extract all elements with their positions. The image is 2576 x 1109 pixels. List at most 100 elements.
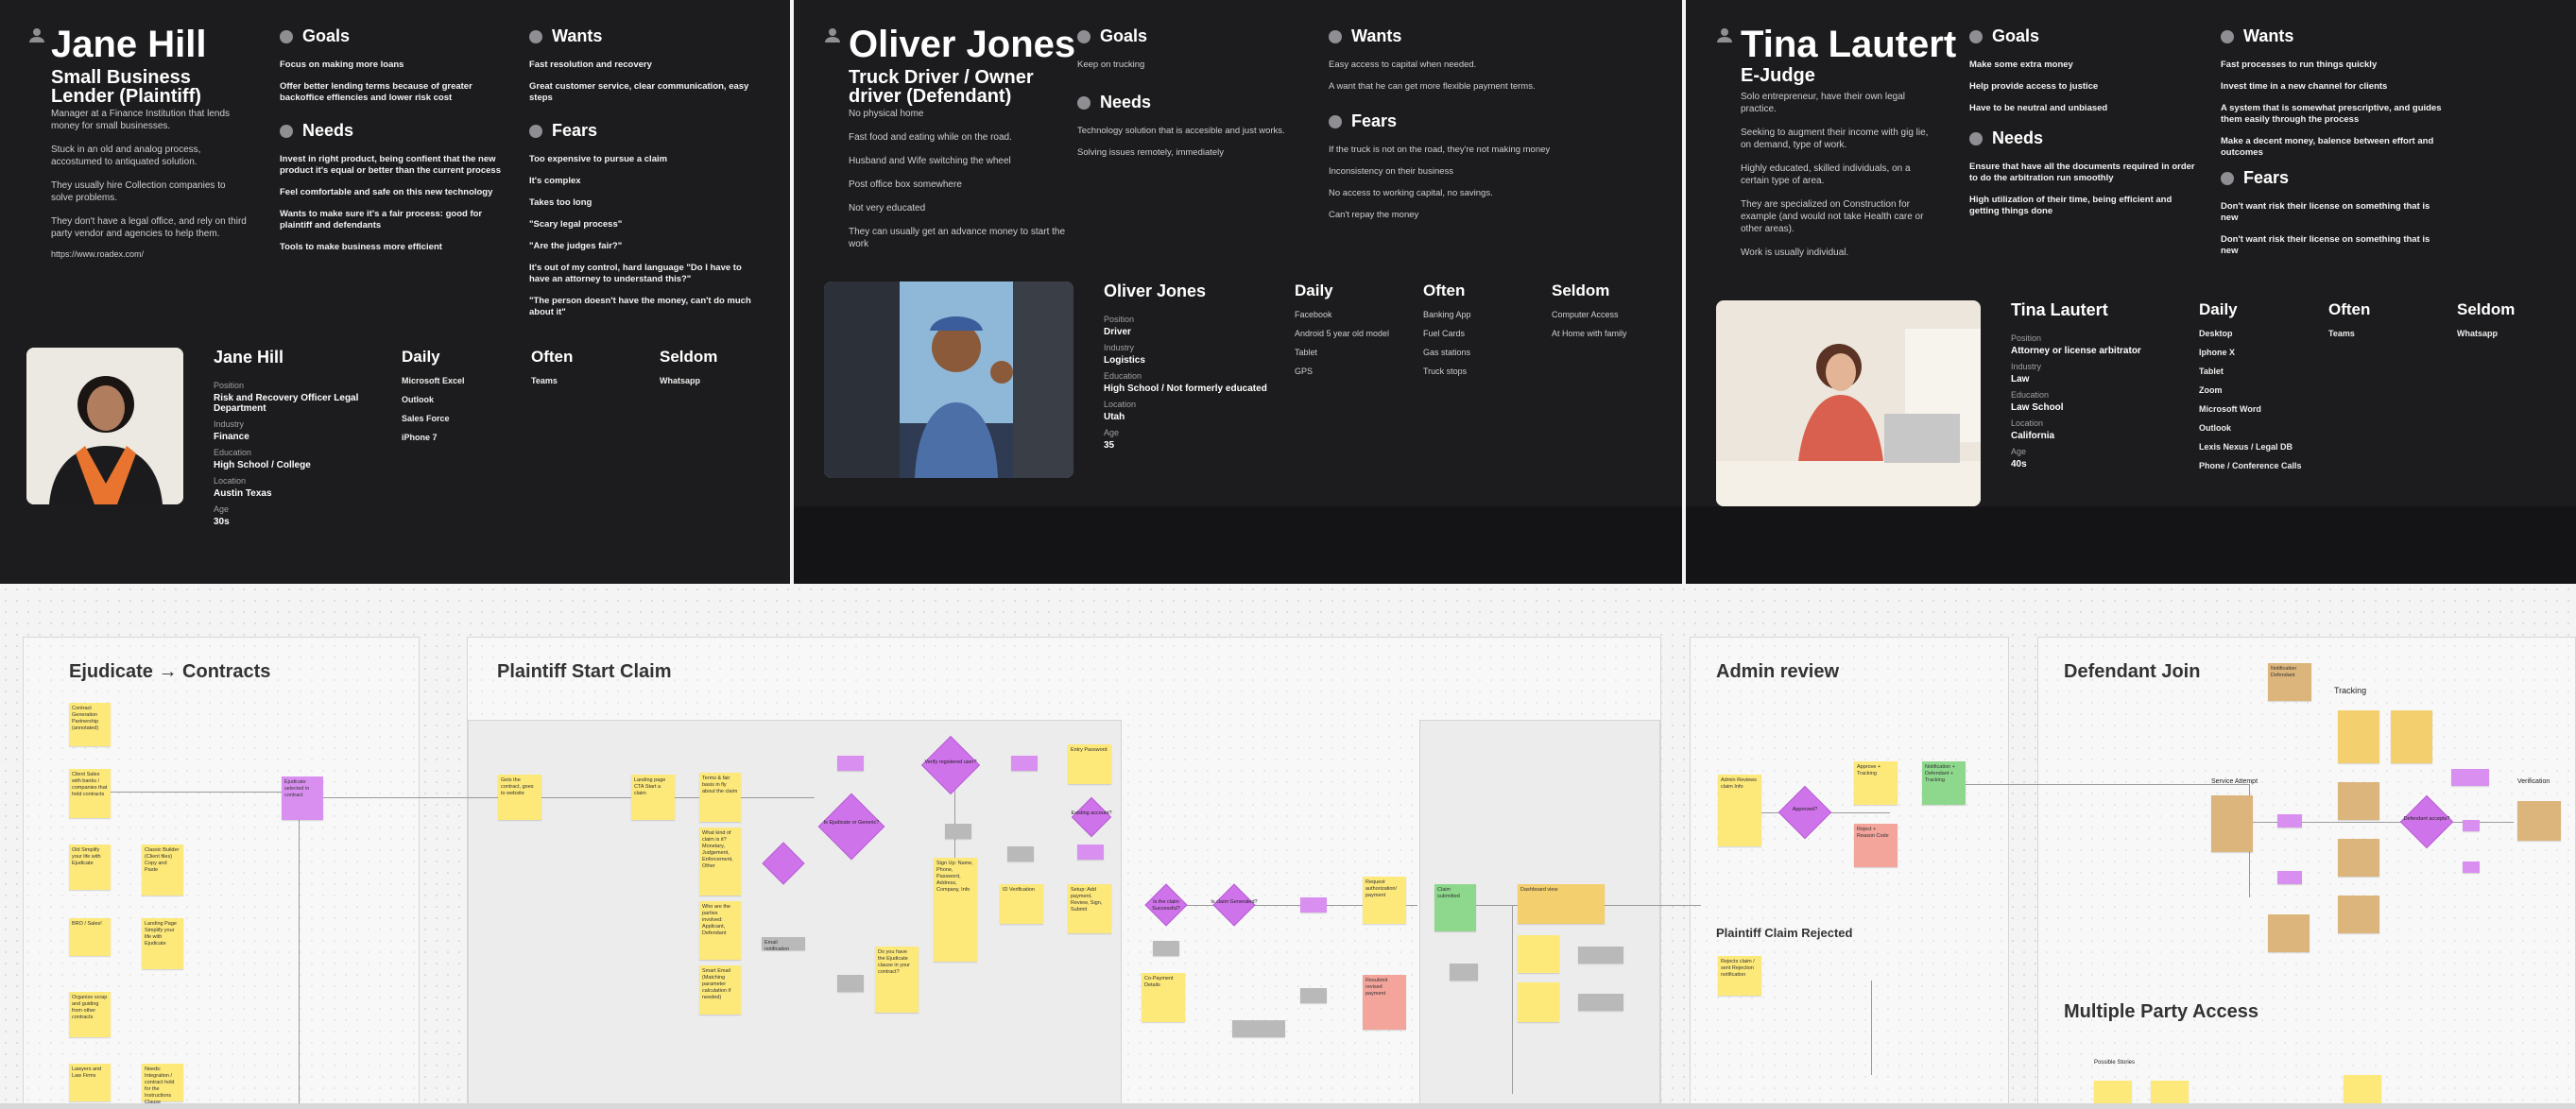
sticky-note[interactable] (1153, 941, 1179, 956)
sticky-note[interactable]: Rejects claim / sent Rejection notificat… (1718, 956, 1761, 996)
sticky-note[interactable] (2338, 839, 2379, 877)
frame-title: Plaintiff Claim Rejected (1716, 926, 1853, 940)
sticky-note[interactable]: Contract Generation Partnership (annotat… (69, 703, 111, 746)
frown-icon (529, 124, 542, 138)
frame-title: Plaintiff Start Claim (497, 661, 672, 682)
persona-name: Tina Lautert (1741, 24, 1957, 65)
sticky-note[interactable]: Dashboard view (1518, 884, 1605, 924)
seldom-column: Seldom Whatsapp (2457, 300, 2516, 338)
sticky-note[interactable] (1011, 756, 1038, 771)
sticky-note[interactable]: Classic Builder (Client files) Copy and … (142, 845, 183, 896)
sticky-note[interactable] (2338, 782, 2379, 820)
fears-section: Fears If the truck is not on the road, t… (1329, 111, 1551, 220)
sticky-note[interactable]: Needs: Integration / contract hold for t… (142, 1064, 183, 1105)
fears-section: Fears Too expensive to pursue a claim It… (529, 121, 751, 317)
needs-section: Needs Technology solution that is accesi… (1077, 93, 1285, 158)
sticky-note[interactable]: Reject + Reason Code (1854, 824, 1898, 867)
often-column: Often Teams (531, 348, 574, 385)
decision-label: Existing account? (1071, 810, 1112, 816)
sticky-note[interactable] (1007, 846, 1034, 862)
flow-board[interactable]: Ejudicate → Contracts Plaintiff Start Cl… (0, 584, 2576, 1109)
smile-icon (1329, 29, 1342, 43)
sticky-note[interactable]: Notification + Defendant + Tracking (1922, 761, 1966, 805)
sticky-note[interactable] (2338, 896, 2379, 933)
goals-section: Goals Keep on trucking (1077, 26, 1148, 70)
sticky-note[interactable]: Notification Defendant (2268, 663, 2311, 701)
persona-photo (1716, 300, 1981, 506)
user-icon (825, 28, 840, 43)
sticky-note[interactable] (837, 756, 864, 771)
sticky-note[interactable] (1518, 935, 1559, 973)
persona-role: Truck Driver / Owner driver (Defendant) (849, 67, 1034, 107)
sticky-note[interactable]: Lawyers and Law Firms (69, 1064, 111, 1101)
sticky-note[interactable] (1300, 988, 1327, 1003)
persona-link[interactable]: https://www.roadex.com/ (51, 249, 144, 259)
sticky-note[interactable]: Old Simplify your life with Ejudicate (69, 845, 111, 890)
sticky-note[interactable] (1518, 982, 1559, 1022)
seldom-column: Seldom Whatsapp (660, 348, 718, 385)
sticky-note[interactable] (1077, 845, 1104, 860)
sticky-note[interactable]: Admin Reviews claim Info (1718, 775, 1761, 846)
sticky-note[interactable] (945, 824, 971, 839)
sticky-note[interactable]: Organize scrap and guiding from other co… (69, 992, 111, 1037)
sticky-note[interactable] (2211, 795, 2253, 852)
sticky-note[interactable] (2517, 801, 2561, 841)
check-icon (1077, 95, 1091, 110)
sticky-note[interactable]: Entry Password (1068, 744, 1111, 784)
needs-section: Needs Ensure that have all the documents… (1969, 128, 2195, 216)
service-attempt-label: Service Attempt (2211, 778, 2258, 785)
sticky-note[interactable] (2463, 862, 2480, 873)
sticky-note[interactable]: What kind of claim is it? Monetary, Judg… (699, 827, 741, 896)
sticky-note[interactable] (2391, 710, 2432, 763)
smile-icon (2221, 29, 2234, 43)
sticky-note[interactable] (1578, 994, 1623, 1011)
persona-role: Small Business Lender (Plaintiff) (51, 67, 201, 107)
sticky-note[interactable]: Claim submitted (1434, 884, 1476, 931)
tracking-label: Tracking (2334, 686, 2367, 695)
frame-defendant-join[interactable] (2037, 637, 2576, 1109)
sticky-note[interactable]: Resubmit revised payment (1363, 975, 1406, 1030)
sticky-note[interactable]: Landing page CTA Start a claim (631, 775, 675, 820)
connector (321, 797, 501, 798)
sticky-note[interactable]: BRO / Sales! (69, 918, 111, 956)
sticky-note[interactable]: Who are the parties involved: Applicant,… (699, 901, 741, 960)
sticky-note[interactable] (837, 975, 864, 992)
sticky-note[interactable] (1578, 947, 1623, 964)
sticky-note[interactable] (2277, 871, 2302, 884)
frame-admin-review[interactable] (1690, 637, 2009, 1109)
sticky-note[interactable]: Sign Up: Name, Phone, Password, Address,… (934, 858, 977, 962)
sticky-note[interactable] (1300, 897, 1327, 913)
sticky-note[interactable]: Ejudicate selected in contract (282, 776, 323, 820)
check-icon (1969, 131, 1983, 145)
persona-card-jane: Jane Hill Small Business Lender (Plainti… (0, 0, 790, 584)
sticky-note[interactable]: Landing Page Simplify your life with Eju… (142, 918, 183, 969)
sticky-note[interactable]: Do you have the Ejudicate clause in your… (875, 947, 919, 1013)
frame-title: Multiple Party Access (2064, 1001, 2259, 1022)
connector (1947, 784, 2249, 785)
sticky-note[interactable] (2451, 769, 2489, 786)
sticky-note[interactable] (2463, 820, 2480, 831)
sticky-note[interactable]: Smart Email (Matching parameter calculat… (699, 965, 741, 1015)
persona-info: Jane Hill Position Risk and Recovery Offi… (214, 348, 359, 527)
sticky-note[interactable]: ID Verification (1000, 884, 1043, 924)
sticky-note[interactable]: Request authorization/ payment (1363, 877, 1406, 924)
verification-label: Verification (2517, 778, 2550, 785)
sticky-note[interactable]: Co-Payment Details (1142, 973, 1185, 1022)
sticky-note[interactable]: Client Sales with banks / companies that… (69, 769, 111, 818)
sticky-note[interactable] (1232, 1020, 1285, 1037)
frame-title: Ejudicate → Contracts (69, 661, 271, 682)
sticky-note[interactable]: Gets the contract, goes to website (498, 775, 541, 820)
sticky-note[interactable] (2268, 914, 2310, 952)
scrollbar[interactable] (0, 1103, 2576, 1109)
persona-card-oliver: Oliver Jones Truck Driver / Owner driver… (794, 0, 1682, 584)
trophy-icon (280, 29, 293, 43)
sticky-note[interactable]: Terms & fair basis in fly about the clai… (699, 773, 741, 822)
sticky-note[interactable] (2277, 814, 2302, 827)
sticky-note[interactable] (2338, 710, 2379, 763)
connector (673, 797, 815, 798)
sticky-note[interactable]: Approve + Tracking (1854, 761, 1898, 805)
persona-info: Tina Lautert Position Attorney or license… (2011, 300, 2141, 469)
sticky-note[interactable]: Email notification (762, 937, 805, 952)
sticky-note[interactable] (1450, 964, 1478, 981)
sticky-note[interactable]: Setup: Add payment, Review, Sign, Submit (1068, 884, 1111, 933)
